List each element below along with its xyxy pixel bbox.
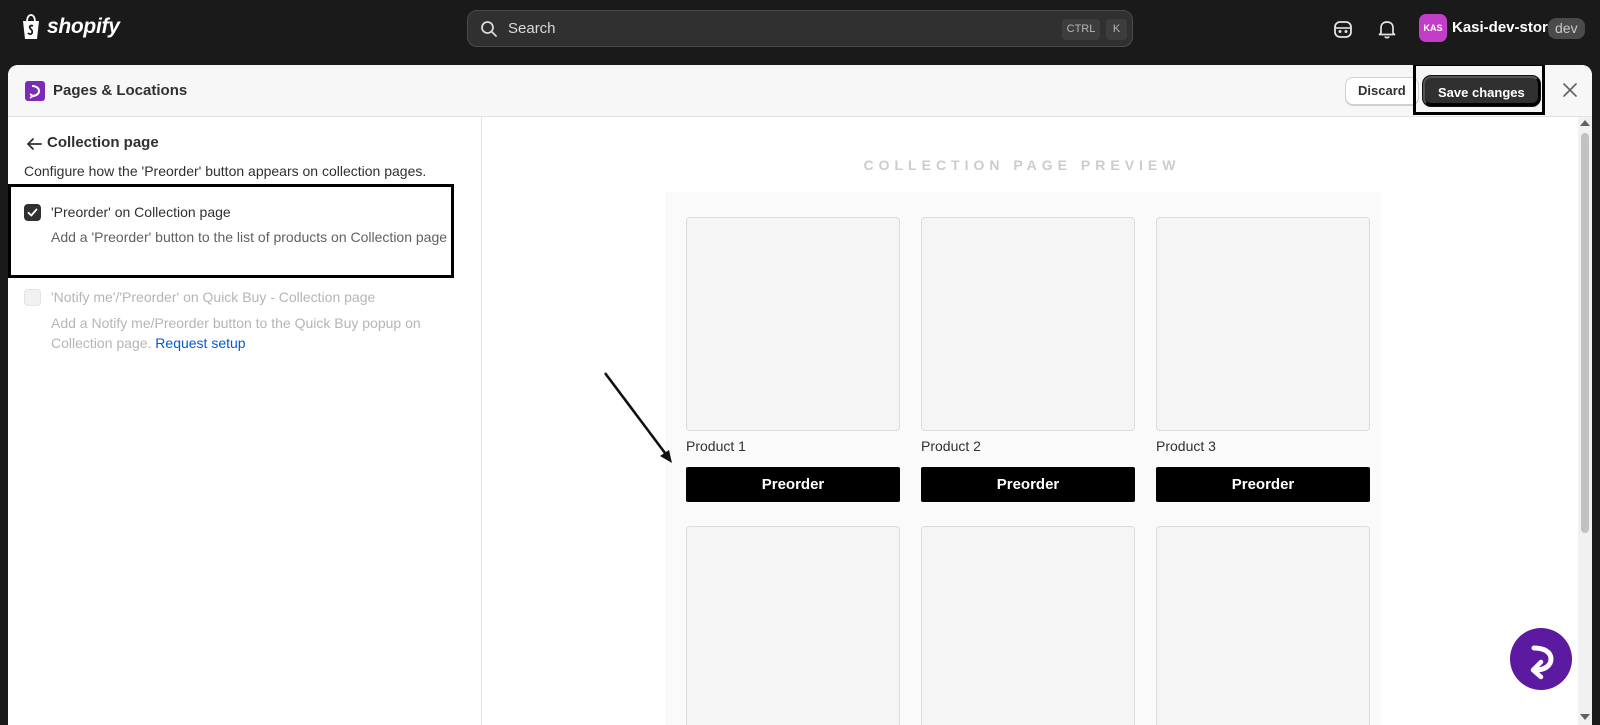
shortcut-ctrl-key: CTRL: [1062, 19, 1100, 40]
product-image: [921, 217, 1135, 431]
close-icon[interactable]: [1561, 81, 1579, 99]
pages-locations-modal: Pages & Locations Discard Save changes C…: [8, 65, 1592, 725]
request-setup-link[interactable]: Request setup: [155, 335, 245, 351]
store-name[interactable]: Kasi-dev-store: [1452, 19, 1556, 36]
search-icon: [481, 21, 497, 37]
product-name: Product 3: [1156, 438, 1216, 454]
product-image: [1156, 217, 1370, 431]
store-badge: dev: [1548, 18, 1585, 39]
app-icon: [25, 81, 45, 101]
modal-title: Pages & Locations: [53, 82, 188, 99]
search-placeholder: Search: [508, 20, 556, 37]
option-label: 'Notify me'/'Preorder' on Quick Buy - Co…: [51, 289, 376, 305]
logo-text: shopify: [47, 15, 120, 38]
preorder-collection-checkbox[interactable]: [24, 204, 41, 221]
settings-panel: Collection page Configure how the 'Preor…: [8, 117, 482, 725]
section-description: Configure how the 'Preorder' button appe…: [24, 163, 427, 179]
preorder-button[interactable]: Preorder: [686, 467, 900, 502]
discard-button[interactable]: Discard: [1345, 77, 1419, 105]
app-chat-button[interactable]: [1510, 628, 1572, 690]
save-changes-button[interactable]: Save changes: [1423, 76, 1540, 106]
search-bar[interactable]: Search CTRL K: [467, 10, 1133, 47]
back-arrow-icon[interactable]: [26, 136, 42, 152]
checkmark-icon: [27, 208, 38, 217]
top-bar: shopify Search CTRL K KAS Kasi-dev-store…: [0, 0, 1600, 57]
option-help-text: Add a 'Preorder' button to the list of p…: [51, 229, 448, 245]
modal-header: Pages & Locations Discard Save changes: [8, 65, 1592, 117]
scrollbar[interactable]: [1578, 117, 1592, 725]
preview-title: COLLECTION PAGE PREVIEW: [863, 157, 1181, 173]
product-image: [921, 526, 1135, 725]
scroll-thumb[interactable]: [1581, 133, 1589, 533]
product-name: Product 2: [921, 438, 981, 454]
annotation-arrow-icon: [603, 372, 672, 463]
option-help-text: Add a Notify me/Preorder button to the Q…: [51, 313, 451, 353]
shortcut-k-key: K: [1106, 19, 1127, 40]
preorder-button[interactable]: Preorder: [921, 467, 1135, 502]
scroll-down-icon[interactable]: [1580, 714, 1590, 720]
preorder-button[interactable]: Preorder: [1156, 467, 1370, 502]
avatar[interactable]: KAS: [1419, 14, 1447, 42]
section-title: Collection page: [47, 134, 159, 151]
return-arrow-icon: [1530, 645, 1554, 680]
product-image: [686, 217, 900, 431]
product-name: Product 1: [686, 438, 746, 454]
shopify-bag-icon: [23, 14, 39, 39]
shopify-logo[interactable]: shopify: [20, 14, 120, 40]
bell-icon[interactable]: [1376, 18, 1398, 40]
sidekick-icon[interactable]: [1332, 18, 1354, 40]
option-label[interactable]: 'Preorder' on Collection page: [51, 204, 231, 220]
quick-buy-checkbox[interactable]: [24, 289, 41, 306]
product-image: [686, 526, 900, 725]
product-image: [1156, 526, 1370, 725]
scroll-up-icon[interactable]: [1580, 120, 1590, 126]
